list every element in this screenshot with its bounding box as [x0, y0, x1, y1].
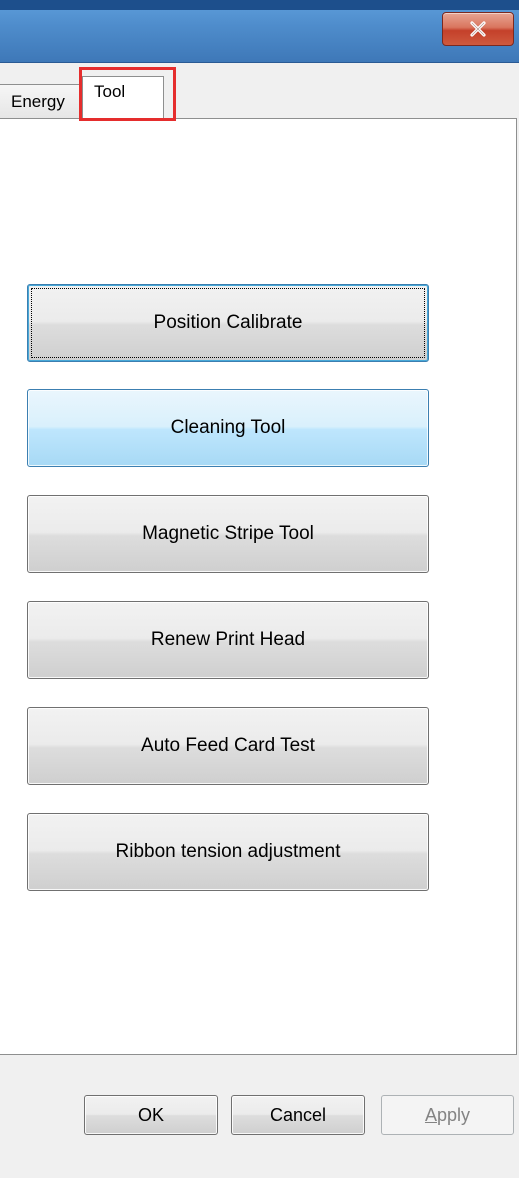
title-bar[interactable] — [0, 0, 519, 63]
close-x-icon — [469, 21, 487, 37]
apply-label-rest: pply — [436, 1104, 471, 1125]
close-button[interactable] — [442, 12, 514, 46]
apply-accelerator-letter: A — [424, 1104, 437, 1125]
ok-button[interactable]: OK — [84, 1095, 218, 1135]
tab-tool-label: Tool — [94, 82, 126, 101]
cancel-button-label: Cancel — [269, 1104, 327, 1125]
auto-feed-card-test-button[interactable]: Auto Feed Card Test — [27, 707, 429, 785]
magnetic-stripe-tool-label: Magnetic Stripe Tool — [142, 523, 314, 544]
auto-feed-card-test-label: Auto Feed Card Test — [141, 735, 315, 756]
apply-button[interactable]: Apply — [381, 1095, 514, 1135]
renew-print-head-label: Renew Print Head — [150, 629, 306, 650]
cleaning-tool-button[interactable]: Cleaning Tool — [27, 389, 429, 467]
ribbon-tension-adjustment-button[interactable]: Ribbon tension adjustment — [27, 813, 429, 891]
apply-button-label: Apply — [425, 1105, 470, 1126]
tab-strip: Energy Tool — [0, 63, 519, 121]
position-calibrate-label: Position Calibrate — [153, 312, 303, 333]
renew-print-head-button[interactable]: Renew Print Head — [27, 601, 429, 679]
ribbon-tension-adjustment-label: Ribbon tension adjustment — [115, 841, 341, 862]
tool-tab-panel: Position Calibrate Cleaning Tool Magneti… — [0, 118, 517, 1055]
position-calibrate-button[interactable]: Position Calibrate — [27, 284, 429, 362]
cancel-button[interactable]: Cancel — [231, 1095, 365, 1135]
magnetic-stripe-tool-button[interactable]: Magnetic Stripe Tool — [27, 495, 429, 573]
tab-energy-label: Energy — [11, 92, 65, 111]
properties-dialog: Energy Tool Position Calibrate Cleaning … — [0, 0, 519, 1178]
tab-energy[interactable]: Energy — [0, 84, 82, 118]
cleaning-tool-label: Cleaning Tool — [170, 417, 286, 438]
tab-tool[interactable]: Tool — [82, 76, 164, 119]
ok-button-label: OK — [137, 1104, 164, 1125]
